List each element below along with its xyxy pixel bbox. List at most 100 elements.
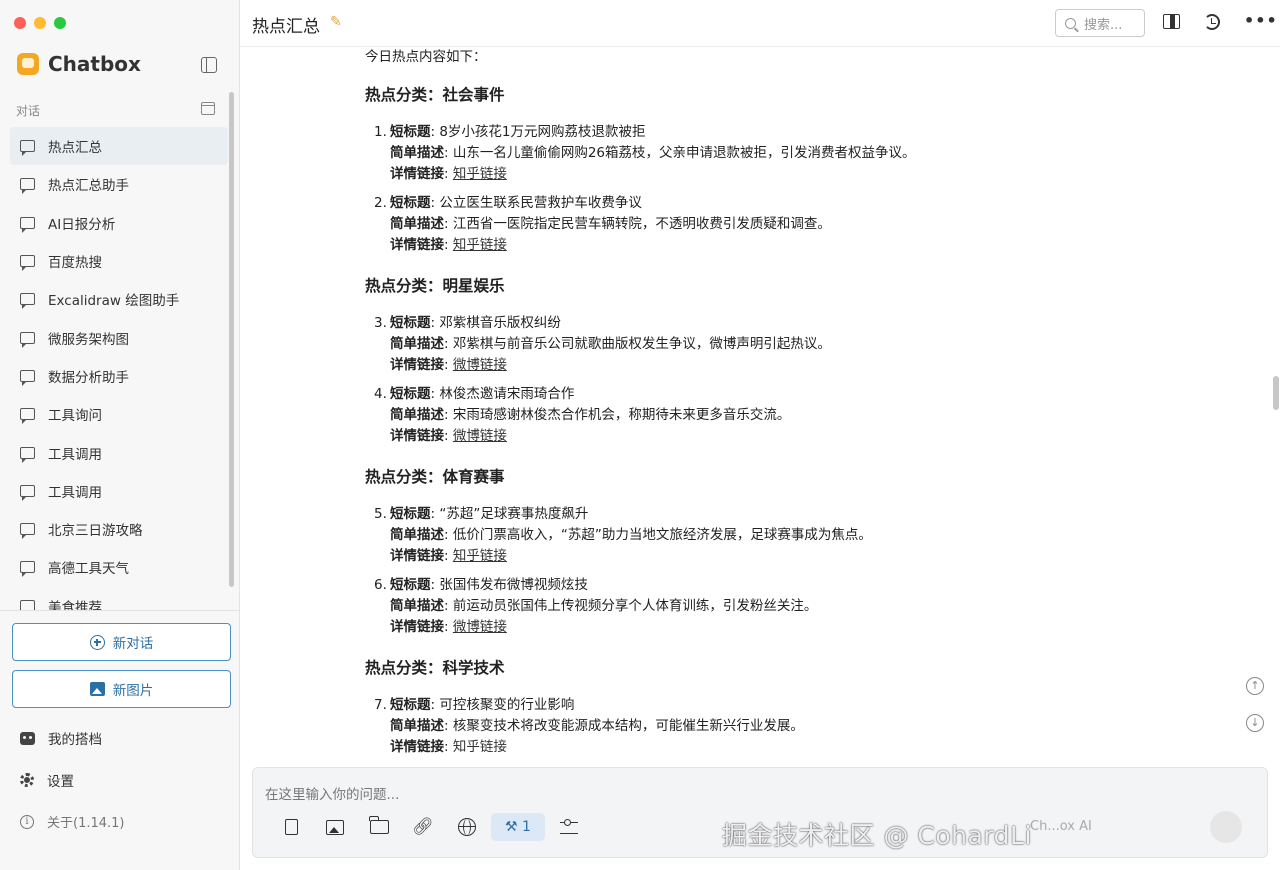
close-window-button[interactable] [14,17,26,29]
item-detail-link[interactable]: 知乎链接 [453,737,507,758]
scroll-up-icon[interactable]: ↑ [1246,677,1264,695]
archive-icon[interactable] [201,102,215,115]
item-title-label: 短标题 [390,697,431,713]
message-content: 今日热点内容如下： 热点分类：社会事件 1. 短标题: 8岁小孩花1万元网购荔枝退… [365,47,1245,765]
item-number: 6. [374,577,387,593]
search-placeholder: 搜索... [1084,17,1123,33]
item-detail-link[interactable]: 微博链接 [453,426,507,447]
item-number: 4. [374,386,387,402]
item-detail-link[interactable]: 知乎链接 [453,546,507,567]
history-icon[interactable] [1204,14,1220,30]
window-controls [14,17,66,29]
chat-bubble-icon [20,216,35,233]
conversation-item[interactable]: 高德工具天气 [10,548,228,586]
item-desc-label: 简单描述 [390,718,444,734]
sidebar-scrollbar[interactable] [229,92,235,590]
sidebar: Chatbox 对话 热点汇总 热点汇总助手 AI日报分析 百度热搜 Excal… [0,0,240,870]
sidebar-scrollbar-thumb[interactable] [229,92,234,587]
category-heading: 热点分类：明星娱乐 [365,277,505,295]
attach-link-button[interactable]: 🔗︎ [401,813,445,841]
conversation-label: 百度热搜 [48,255,102,272]
item-title-label: 短标题 [390,195,431,211]
item-link-label: 详情链接 [390,739,444,755]
category-heading: 热点分类：体育赛事 [365,468,505,486]
item-desc-label: 简单描述 [390,527,444,543]
conversation-item[interactable]: 微服务架构图 [10,318,228,356]
minimize-window-button[interactable] [34,17,46,29]
conversation-item[interactable]: 工具调用 [10,433,228,471]
conversation-item-active[interactable]: 热点汇总 [10,127,228,166]
new-chat-label: 新对话 [112,636,154,652]
about-link[interactable]: i 关于(1.14.1) [20,812,125,831]
item-detail-link[interactable]: 知乎链接 [453,235,507,256]
attach-image-button[interactable] [313,813,357,841]
tools-button[interactable]: ⚒︎ 1 [491,813,545,841]
conversation-label: 数据分析助手 [48,369,129,386]
model-settings-button[interactable] [547,813,591,841]
sidebar-divider [0,610,239,611]
item-desc: 江西省一医院指定民营车辆转院，不透明收费引发质疑和调查。 [452,216,831,232]
list-item: 5. 短标题: “苏超”足球赛事热度飙升 简单描述: 低价门票高收入，“苏超”助力… [374,504,872,567]
chat-bubble-icon [20,140,35,157]
my-partner-link[interactable]: 我的搭档 [20,728,102,748]
plus-circle-icon [89,634,105,650]
item-desc-label: 简单描述 [390,407,444,423]
list-item: 2. 短标题: 公立医生联系民营救护车收费争议 简单描述: 江西省一医院指定民营车… [374,193,831,256]
conversation-item[interactable]: 美食推荐 [10,587,228,610]
item-title-label: 短标题 [390,386,431,402]
chat-bubble-icon [20,561,35,578]
attach-document-button[interactable] [269,813,313,841]
watermark: 掘金技术社区 @ CohardLi [722,821,1032,850]
conversation-item[interactable]: 北京三日游攻略 [10,510,228,548]
item-desc-label: 简单描述 [390,145,444,161]
chatbox-logo-icon [17,53,39,75]
item-detail-link[interactable]: 知乎链接 [453,164,507,185]
new-chat-button[interactable]: 新对话 [12,623,231,661]
image-add-icon [89,682,105,696]
chat-bubble-icon [20,331,35,348]
send-button[interactable] [1210,811,1242,843]
chat-bubble-icon [20,446,35,463]
item-desc-label: 简单描述 [390,598,444,614]
list-item: 6. 短标题: 张国伟发布微博视频炫技 简单描述: 前运动员张国伟上传视频分享个人… [374,575,817,638]
split-view-icon[interactable] [1163,14,1180,29]
conversation-item[interactable]: Excalidraw 绘图助手 [10,280,228,318]
conversation-item[interactable]: 数据分析助手 [10,357,228,395]
conversation-item[interactable]: 工具调用 [10,472,228,510]
conversation-item[interactable]: 热点汇总助手 [10,165,228,203]
model-provider-label[interactable]: Ch...ox AI [1030,819,1092,834]
main-panel: 热点汇总 ✎ 搜索... ••• 今日热点内容如下： 热点分类：社会事件 1. 短… [240,0,1280,870]
new-image-button[interactable]: 新图片 [12,670,231,708]
item-title-label: 短标题 [390,577,431,593]
edit-title-pencil-icon[interactable]: ✎ [330,14,342,30]
item-detail-link[interactable]: 微博链接 [453,617,507,638]
conversation-item[interactable]: 工具询问 [10,395,228,433]
search-input[interactable]: 搜索... [1055,9,1145,37]
item-link-label: 详情链接 [390,357,444,373]
conversation-label: Excalidraw 绘图助手 [48,293,180,310]
more-options-icon[interactable]: ••• [1244,13,1278,29]
settings-link[interactable]: 设置 [20,770,74,790]
link-icon: 🔗︎ [412,817,434,837]
category-heading: 热点分类：社会事件 [365,86,505,104]
web-search-button[interactable] [445,813,489,841]
conversation-label: 工具调用 [48,484,102,501]
conversation-item[interactable]: 百度热搜 [10,242,228,280]
item-desc: 低价门票高收入，“苏超”助力当地文旅经济发展，足球赛事成为焦点。 [452,527,872,543]
attach-folder-button[interactable] [357,813,401,841]
item-title: 张国伟发布微博视频炫技 [439,577,588,593]
item-title: 公立医生联系民营救护车收费争议 [439,195,642,211]
maximize-window-button[interactable] [54,17,66,29]
chat-bubble-icon [20,484,35,501]
item-link-label: 详情链接 [390,548,444,564]
message-input-placeholder[interactable]: 在这里输入你的问题... [265,783,399,803]
item-title: 林俊杰邀请宋雨琦合作 [439,386,575,402]
conversation-label: 微服务架构图 [48,331,129,348]
collapse-sidebar-icon[interactable] [201,57,217,73]
message-scrollbar-thumb[interactable] [1273,376,1279,410]
scroll-down-icon[interactable]: ↓ [1246,714,1264,732]
item-detail-link[interactable]: 微博链接 [453,355,507,376]
conversation-item[interactable]: AI日报分析 [10,204,228,242]
search-icon [1065,17,1076,29]
item-desc: 前运动员张国伟上传视频分享个人体育训练，引发粉丝关注。 [452,598,818,614]
